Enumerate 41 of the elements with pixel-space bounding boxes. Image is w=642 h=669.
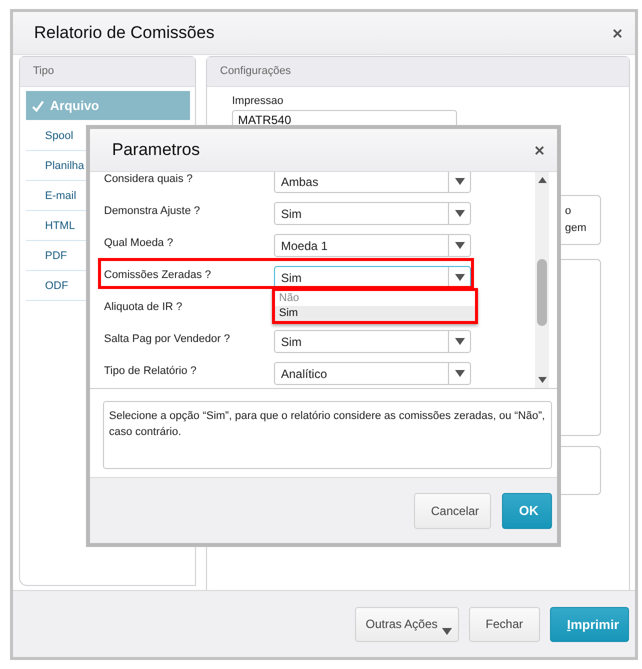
caret-icon — [454, 210, 464, 217]
param-label: Considera quais ? — [104, 172, 194, 185]
caret-icon — [454, 370, 464, 377]
caret-icon — [454, 338, 464, 345]
card-text: o — [565, 204, 572, 219]
dialog-title: Parametros — [112, 140, 200, 160]
card-text: gem — [565, 221, 588, 236]
window-title: Relatorio de Comissões — [34, 23, 214, 43]
select-field[interactable]: Sim — [274, 202, 471, 225]
action-button[interactable]: Fechar — [468, 606, 540, 642]
panel-header: Tipo — [20, 57, 195, 87]
param-label: Salta Pag por Vendedor ? — [104, 332, 231, 345]
select-field[interactable]: Moeda 1 — [274, 234, 471, 257]
param-label: Tipo de Relatório ? — [104, 364, 198, 377]
dropdown-option[interactable]: Sim — [275, 306, 475, 321]
dropdown-option[interactable]: Não — [275, 291, 475, 306]
close-icon[interactable] — [612, 28, 623, 38]
field-label: Impressao — [232, 95, 284, 107]
scroll-thumb[interactable] — [537, 259, 547, 326]
param-label: Qual Moeda ? — [104, 236, 174, 249]
param-label: Comissões Zeradas ? — [104, 268, 212, 281]
scroll-up-icon[interactable] — [537, 176, 547, 184]
check-icon — [32, 100, 44, 112]
select-field[interactable]: Ambas — [274, 172, 471, 193]
param-label: Demonstra Ajuste ? — [104, 204, 201, 217]
select-field[interactable]: Sim — [274, 330, 471, 353]
caret-icon — [454, 274, 464, 281]
caret-icon — [538, 177, 546, 183]
menu-button[interactable]: Outras Ações — [354, 606, 459, 642]
caret-icon — [454, 242, 464, 249]
close-icon[interactable] — [534, 144, 545, 156]
action-button[interactable]: Cancelar — [414, 492, 491, 528]
scrollbar[interactable] — [535, 172, 549, 388]
caret-icon — [454, 178, 464, 185]
caret-icon — [538, 377, 546, 383]
caret-icon — [442, 628, 452, 634]
scroll-down-icon[interactable] — [537, 376, 547, 384]
help-text: Selecione a opção “Sim”, para que o relatório considere as comissões zeradas, ou “Não”, caso contrário. — [103, 401, 552, 469]
panel-header: Configurações — [207, 57, 629, 87]
select-field[interactable]: Analítico — [274, 362, 471, 385]
param-label: Aliquota de IR ? — [104, 300, 184, 313]
